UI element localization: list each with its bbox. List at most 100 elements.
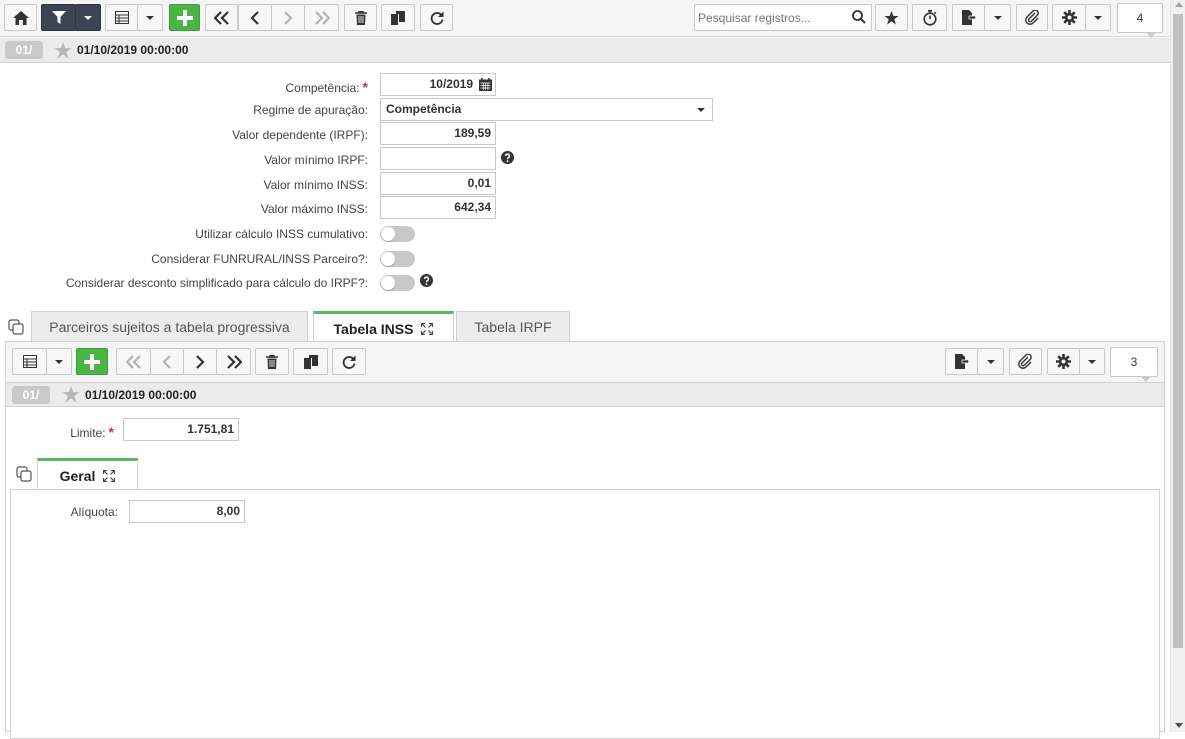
inss-cumulativo-toggle[interactable] — [380, 226, 415, 242]
first-record-button[interactable] — [205, 4, 238, 31]
report-icon — [961, 10, 976, 25]
tab-tabela-inss[interactable]: Tabela INSS — [313, 311, 454, 343]
expand-icon[interactable] — [421, 322, 434, 335]
valor-dependente-label: Valor dependente (IRPF): — [232, 128, 368, 142]
competencia-field[interactable]: 10/2019 — [380, 73, 496, 96]
grid-icon — [114, 11, 129, 24]
inner-tab-bar: Geral — [6, 458, 1164, 490]
prev-icon — [162, 354, 171, 369]
funrural-toggle[interactable] — [380, 251, 415, 267]
timer-button[interactable] — [912, 4, 947, 31]
duplicate-button[interactable] — [381, 4, 415, 31]
filter-dropdown-button[interactable] — [75, 4, 101, 31]
grid-dropdown-button[interactable] — [137, 4, 163, 31]
scroll-up-icon[interactable] — [1175, 2, 1183, 7]
star-icon — [884, 10, 899, 24]
attach-button[interactable] — [1016, 4, 1048, 31]
tab-geral[interactable]: Geral — [37, 458, 138, 490]
calendar-icon[interactable] — [479, 78, 492, 91]
sub-settings-dropdown-button[interactable] — [1079, 348, 1105, 375]
main-area: 4 01/ 01/10/2019 00:00:00 Competência:* … — [0, 0, 1170, 739]
record-bar: 01/ 01/10/2019 00:00:00 — [0, 38, 1170, 63]
expand-icon[interactable] — [103, 469, 116, 482]
regime-label: Regime de apuração: — [253, 103, 368, 117]
sub-add-button[interactable] — [76, 348, 108, 375]
scroll-down-icon[interactable] — [1175, 723, 1183, 728]
sub-first-record-button[interactable] — [116, 348, 151, 375]
search-input[interactable] — [695, 5, 845, 30]
regime-select[interactable]: Competência — [380, 98, 713, 121]
main-toolbar: 4 — [0, 0, 1170, 38]
sub-record-bar: 01/ 01/10/2019 00:00:00 — [6, 382, 1164, 407]
filter-icon — [51, 10, 66, 24]
competencia-label: Competência: * — [285, 79, 369, 95]
favorite-button[interactable] — [875, 4, 908, 31]
first-icon — [125, 354, 141, 369]
next-record-button[interactable] — [271, 4, 305, 31]
prev-icon — [250, 10, 259, 25]
scroll-thumb[interactable] — [1173, 14, 1183, 648]
sub-grid-view-button[interactable] — [12, 348, 47, 375]
settings-button[interactable] — [1052, 4, 1086, 31]
sub-report-dropdown-button[interactable] — [977, 348, 1004, 375]
valor-minimo-irpf-field[interactable] — [380, 147, 496, 170]
chevron-down-icon — [986, 359, 995, 364]
sub-prev-record-button[interactable] — [150, 348, 184, 375]
help-icon[interactable] — [501, 151, 514, 164]
desconto-simplificado-label: Considerar desconto simplificado para cá… — [65, 276, 368, 290]
filter-button[interactable] — [41, 4, 76, 31]
chevron-down-icon — [697, 108, 705, 112]
chevron-down-icon — [1088, 359, 1096, 364]
prev-record-button[interactable] — [238, 4, 272, 31]
valor-minimo-inss-label: Valor mínimo INSS: — [263, 178, 368, 192]
sub-report-button[interactable] — [945, 348, 978, 375]
page-scrollbar[interactable] — [1170, 0, 1185, 732]
refresh-button[interactable] — [420, 4, 453, 31]
limite-label: Limite: * — [70, 424, 114, 440]
refresh-icon — [342, 355, 356, 369]
star-icon[interactable] — [62, 386, 80, 403]
grid-view-button[interactable] — [105, 4, 138, 31]
tab-parceiros[interactable]: Parceiros sujeitos a tabela progressiva — [31, 311, 308, 342]
add-button[interactable] — [169, 4, 200, 31]
copy-icon — [303, 354, 318, 369]
inss-cumulativo-label: Utilizar cálculo INSS cumulativo: — [195, 227, 368, 241]
settings-dropdown-button[interactable] — [1085, 4, 1111, 31]
tab-tabela-irpf[interactable]: Tabela IRPF — [456, 311, 570, 342]
valor-minimo-irpf-label: Valor mínimo IRPF: — [264, 153, 368, 167]
delete-button[interactable] — [344, 4, 377, 31]
sub-next-record-button[interactable] — [183, 348, 217, 375]
sub-attach-button[interactable] — [1009, 348, 1042, 375]
plus-icon — [84, 353, 100, 370]
last-icon — [226, 354, 242, 369]
report-button[interactable] — [952, 4, 985, 31]
search-icon[interactable] — [852, 10, 866, 24]
sub-duplicate-button[interactable] — [293, 348, 328, 375]
limite-field[interactable]: 1.751,81 — [123, 418, 239, 441]
desconto-simplificado-toggle[interactable] — [380, 275, 415, 291]
sub-grid-dropdown-button[interactable] — [46, 348, 72, 375]
plus-icon — [176, 9, 193, 26]
sub-refresh-button[interactable] — [332, 348, 366, 375]
valor-dependente-field[interactable]: 189,59 — [380, 122, 496, 145]
sub-delete-button[interactable] — [255, 348, 289, 375]
sub-last-record-button[interactable] — [216, 348, 251, 375]
attach-icon — [1024, 10, 1039, 25]
sub-settings-button[interactable] — [1047, 348, 1080, 375]
timer-icon — [922, 9, 937, 26]
star-icon[interactable] — [54, 42, 72, 59]
last-record-button[interactable] — [304, 4, 339, 31]
report-dropdown-button[interactable] — [984, 4, 1011, 31]
refresh-icon — [430, 11, 443, 25]
record-date: 01/10/2019 00:00:00 — [77, 43, 189, 57]
help-icon[interactable] — [420, 274, 433, 287]
search-box — [694, 4, 872, 31]
aliquota-field[interactable]: 8,00 — [129, 500, 245, 523]
gear-icon — [1056, 354, 1071, 369]
chevron-down-icon — [146, 15, 154, 20]
valor-minimo-inss-field[interactable]: 0,01 — [380, 172, 496, 195]
geral-panel: Alíquota: 8,00 — [10, 489, 1160, 739]
home-button[interactable] — [4, 4, 37, 31]
aliquota-label: Alíquota: — [70, 505, 118, 519]
valor-maximo-inss-field[interactable]: 642,34 — [380, 196, 496, 219]
